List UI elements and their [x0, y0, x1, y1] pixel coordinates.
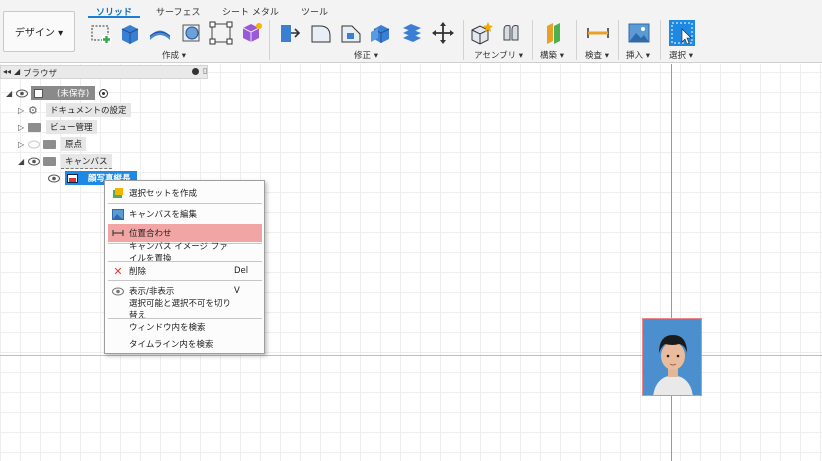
- document-icon: [34, 88, 43, 98]
- collapse-triangle-icon[interactable]: ◢: [6, 89, 16, 98]
- sweep-icon[interactable]: [178, 20, 204, 46]
- menu-item-label: ウィンドウ内を検索: [129, 323, 206, 333]
- browser-item-named-views[interactable]: ▷ ビュー管理: [18, 120, 97, 134]
- menu-item-label: 表示/非表示: [129, 287, 175, 297]
- modify-group-label[interactable]: 修正 ▾: [354, 49, 378, 61]
- menu-item-label: 位置合わせ: [129, 229, 172, 239]
- browser-item-root[interactable]: ◢ (未保存): [6, 86, 109, 100]
- expand-triangle-icon[interactable]: ▷: [18, 106, 28, 115]
- joint-icon[interactable]: [498, 20, 524, 46]
- revolve-icon[interactable]: [147, 20, 173, 46]
- menu-item-find-in-window[interactable]: ウィンドウ内を検索: [108, 318, 262, 336]
- menu-item-label: 削除: [129, 267, 147, 277]
- gear-icon: ⚙: [28, 103, 38, 117]
- menu-item-toggle-selectable[interactable]: 選択可能と選択不可を切り替え: [108, 299, 262, 321]
- folder-icon: [28, 122, 41, 132]
- visibility-eye-icon[interactable]: [16, 89, 28, 98]
- fillet-icon[interactable]: [308, 20, 334, 46]
- context-menu: 選択セットを作成 キャンバスを編集 位置合わせ キャンバス イメージ ファイルを…: [104, 180, 265, 354]
- menu-item-label: タイムライン内を検索: [129, 340, 214, 350]
- rectangular-pattern-icon[interactable]: [208, 20, 234, 46]
- menu-item-shortcut: V: [234, 286, 240, 296]
- chamfer-icon[interactable]: [338, 20, 364, 46]
- expand-triangle-icon[interactable]: ▷: [18, 123, 28, 132]
- menu-separator: [108, 280, 262, 281]
- workspace-dropdown[interactable]: デザイン ▾: [3, 11, 75, 52]
- inspect-group-label[interactable]: 検査 ▾: [585, 49, 609, 61]
- browser-item-label: キャンバス: [61, 153, 112, 169]
- delete-x-icon: ✕: [113, 264, 123, 278]
- expand-triangle-icon[interactable]: ▷: [18, 140, 28, 149]
- visibility-eye-icon: [110, 284, 126, 298]
- tab-surface[interactable]: サーフェス: [156, 5, 200, 18]
- visibility-eye-icon[interactable]: [28, 157, 40, 166]
- folder-icon: [43, 156, 56, 166]
- toolbar-divider: [660, 20, 661, 60]
- toolbar-divider: [532, 20, 533, 60]
- browser-panel-header: ◂◂ ◢ ブラウザ ▯: [0, 65, 208, 79]
- toolbar-divider: [269, 20, 270, 60]
- tab-tools[interactable]: ツール: [301, 5, 328, 18]
- shell-icon[interactable]: [368, 20, 394, 46]
- menu-separator: [108, 203, 262, 204]
- new-component-icon[interactable]: [468, 20, 494, 46]
- assemble-group-label[interactable]: アセンブリ ▾: [474, 49, 523, 61]
- offset-plane-icon[interactable]: [541, 20, 567, 46]
- panel-grip-icon[interactable]: ▯: [203, 66, 207, 75]
- visibility-eye-icon[interactable]: [48, 174, 60, 183]
- create-form-icon[interactable]: [238, 20, 264, 46]
- collapse-panel-icon[interactable]: ◂◂: [3, 67, 11, 76]
- canvas-image-icon: [67, 173, 78, 183]
- browser-item-canvases[interactable]: ◢ キャンバス: [18, 153, 112, 169]
- menu-item-delete[interactable]: ✕ 削除 Del: [108, 262, 262, 280]
- tab-sheet-metal[interactable]: シート メタル: [222, 5, 279, 18]
- calibrate-icon: [110, 226, 126, 240]
- workspace-label: デザイン ▾: [14, 28, 64, 39]
- toolbar-divider: [618, 20, 619, 60]
- folder-icon: [43, 139, 56, 149]
- measure-icon[interactable]: [585, 20, 611, 46]
- browser-item-label: (未保存): [57, 89, 90, 99]
- browser-item-label: ドキュメントの設定: [46, 103, 131, 117]
- canvas-image[interactable]: [642, 318, 702, 396]
- select-icon[interactable]: [669, 20, 695, 46]
- combine-icon[interactable]: [399, 20, 425, 46]
- insert-image-icon[interactable]: [626, 20, 652, 46]
- create-group-label[interactable]: 作成 ▾: [162, 49, 186, 61]
- menu-item-edit-canvas[interactable]: キャンバスを編集: [108, 205, 262, 223]
- menu-item-find-in-timeline[interactable]: タイムライン内を検索: [108, 335, 262, 353]
- pin-icon[interactable]: [192, 68, 199, 75]
- browser-item-origin[interactable]: ▷ 原点: [18, 137, 87, 151]
- browser-item-label: ビュー管理: [46, 120, 97, 134]
- menu-item-create-selection-set[interactable]: 選択セットを作成: [108, 184, 262, 202]
- collapse-triangle-icon[interactable]: ◢: [18, 157, 28, 166]
- toolbar-ribbon: デザイン ▾ ソリッド サーフェス シート メタル ツール 作成 ▾ 修正 ▾ …: [0, 0, 822, 63]
- toolbar-divider: [463, 20, 464, 60]
- extrude-icon[interactable]: [117, 20, 143, 46]
- menu-item-label: キャンバスを編集: [129, 210, 198, 220]
- menu-item-shortcut: Del: [234, 266, 249, 276]
- y-axis-line: [671, 64, 672, 461]
- selection-set-icon: [110, 186, 126, 200]
- insert-group-label[interactable]: 挿入 ▾: [626, 49, 650, 61]
- toolbar-divider: [576, 20, 577, 60]
- edit-canvas-icon: [110, 207, 126, 221]
- press-pull-icon[interactable]: [277, 20, 303, 46]
- hidden-eye-icon[interactable]: [28, 140, 40, 149]
- expand-tree-icon[interactable]: ◢: [14, 67, 20, 76]
- browser-item-label: 原点: [61, 137, 87, 151]
- move-copy-icon[interactable]: [430, 20, 456, 46]
- portrait-photo-icon: [643, 319, 701, 395]
- menu-item-label: 選択セットを作成: [129, 189, 198, 199]
- construct-group-label[interactable]: 構築 ▾: [540, 49, 564, 61]
- browser-item-document-settings[interactable]: ▷ ⚙ ドキュメントの設定: [18, 103, 131, 117]
- activate-radio-icon[interactable]: [99, 88, 109, 98]
- active-tab-indicator: [88, 16, 140, 18]
- create-sketch-icon[interactable]: [88, 20, 114, 46]
- menu-item-replace-canvas-image[interactable]: キャンバス イメージ ファイルを置換: [108, 242, 262, 264]
- select-group-label[interactable]: 選択 ▾: [669, 49, 693, 61]
- browser-title: ブラウザ: [23, 69, 58, 79]
